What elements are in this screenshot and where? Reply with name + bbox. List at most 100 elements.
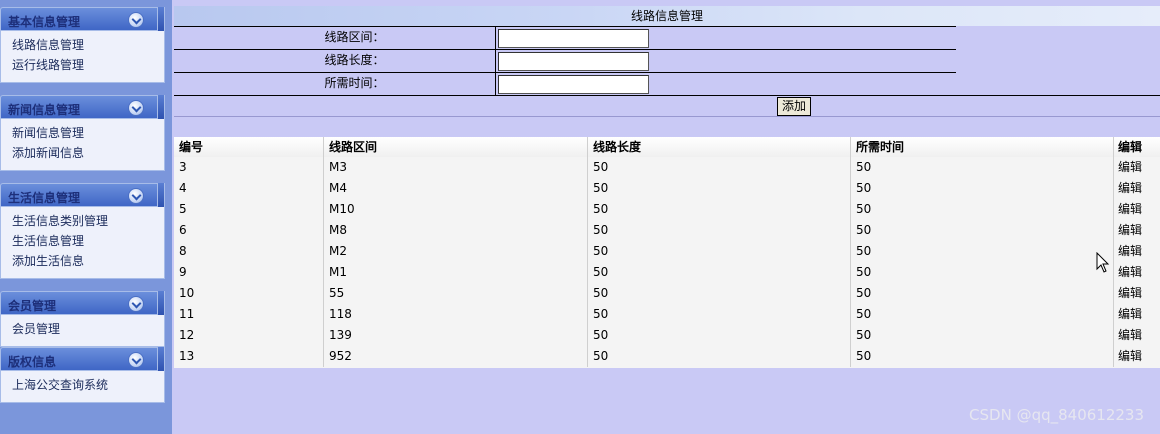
table-header-row: 编号 线路区间 线路长度 所需时间 编辑 <box>174 137 1160 158</box>
sidebar-item-news-info[interactable]: 新闻信息管理 <box>1 123 164 143</box>
table-row: 3 M3 50 50 编辑 <box>174 157 1160 178</box>
edit-link[interactable]: 编辑 <box>1114 346 1160 367</box>
form-row-route-length: 线路长度： <box>174 49 956 72</box>
chevron-down-icon[interactable] <box>128 296 144 312</box>
table-row: 10 55 50 50 编辑 <box>174 283 1160 304</box>
menu-body: 生活信息类别管理 生活信息管理 添加生活信息 <box>0 207 165 279</box>
cell-length: 50 <box>588 199 851 220</box>
cell-length: 50 <box>588 325 851 346</box>
table-row: 11 118 50 50 编辑 <box>174 304 1160 325</box>
edit-link[interactable]: 编辑 <box>1114 178 1160 199</box>
required-time-label: 所需时间： <box>174 73 496 95</box>
sidebar-item-add-news[interactable]: 添加新闻信息 <box>1 143 164 163</box>
cell-section: M10 <box>324 199 588 220</box>
edit-link[interactable]: 编辑 <box>1114 283 1160 304</box>
cell-id: 12 <box>174 325 324 346</box>
column-header-length: 线路长度 <box>588 137 851 158</box>
cell-time: 50 <box>851 325 1114 346</box>
cell-time: 50 <box>851 262 1114 283</box>
cell-time: 50 <box>851 178 1114 199</box>
cell-id: 10 <box>174 283 324 304</box>
cell-length: 50 <box>588 304 851 325</box>
cell-id: 6 <box>174 220 324 241</box>
menu-copyright: 版权信息 上海公交查询系统 <box>0 347 165 403</box>
edit-link[interactable]: 编辑 <box>1114 157 1160 178</box>
menu-news: 新闻信息管理 新闻信息管理 添加新闻信息 <box>0 95 165 171</box>
menu-header-basic-info[interactable]: 基本信息管理 <box>0 7 165 31</box>
menu-header-edge <box>157 291 164 315</box>
cell-time: 50 <box>851 304 1114 325</box>
form-title: 线路信息管理 <box>174 6 1160 26</box>
edit-link[interactable]: 编辑 <box>1114 304 1160 325</box>
cell-section: M1 <box>324 262 588 283</box>
cell-length: 50 <box>588 283 851 304</box>
route-table: 编号 线路区间 线路长度 所需时间 编辑 3 M3 50 50 编辑 4 M4 50 50 编辑 5… <box>174 137 1160 368</box>
menu-header-copyright[interactable]: 版权信息 <box>0 347 165 371</box>
required-time-input[interactable] <box>498 75 649 94</box>
cell-section: M2 <box>324 241 588 262</box>
chevron-down-icon[interactable] <box>128 12 144 28</box>
form-actions: 添加 <box>174 96 1160 117</box>
cell-id: 8 <box>174 241 324 262</box>
cell-section: 55 <box>324 283 588 304</box>
menu-title: 版权信息 <box>8 355 57 369</box>
chevron-down-icon[interactable] <box>128 188 144 204</box>
menu-members: 会员管理 会员管理 <box>0 291 165 347</box>
mouse-pointer-icon <box>1096 252 1110 273</box>
menu-body: 会员管理 <box>0 315 165 347</box>
menu-title: 新闻信息管理 <box>8 103 81 117</box>
edit-link[interactable]: 编辑 <box>1114 325 1160 346</box>
menu-body: 新闻信息管理 添加新闻信息 <box>0 119 165 171</box>
cell-section: M8 <box>324 220 588 241</box>
table-row: 12 139 50 50 编辑 <box>174 325 1160 346</box>
menu-body: 线路信息管理 运行线路管理 <box>0 31 165 83</box>
chevron-down-icon[interactable] <box>128 100 144 116</box>
cell-length: 50 <box>588 178 851 199</box>
cell-time: 50 <box>851 157 1114 178</box>
table-row: 13 952 50 50 编辑 <box>174 346 1160 367</box>
menu-life-info: 生活信息管理 生活信息类别管理 生活信息管理 添加生活信息 <box>0 183 165 279</box>
table-row: 9 M1 50 50 编辑 <box>174 262 1160 283</box>
sidebar-item-system-name: 上海公交查询系统 <box>12 378 109 392</box>
menu-header-edge <box>157 7 164 31</box>
cell-id: 11 <box>174 304 324 325</box>
form-row-required-time: 所需时间： <box>174 72 956 95</box>
table-row: 5 M10 50 50 编辑 <box>174 199 1160 220</box>
column-header-time: 所需时间 <box>851 137 1114 158</box>
menu-title: 会员管理 <box>8 299 57 313</box>
cell-id: 13 <box>174 346 324 367</box>
menu-title: 基本信息管理 <box>8 15 81 29</box>
edit-link[interactable]: 编辑 <box>1114 220 1160 241</box>
cell-length: 50 <box>588 220 851 241</box>
menu-header-members[interactable]: 会员管理 <box>0 291 165 315</box>
cell-section: 139 <box>324 325 588 346</box>
menu-header-edge <box>157 347 164 371</box>
route-section-input[interactable] <box>498 29 649 48</box>
menu-header-edge <box>157 183 164 207</box>
sidebar-item-add-life-info[interactable]: 添加生活信息 <box>1 251 164 271</box>
menu-header-edge <box>157 95 164 119</box>
chevron-down-icon[interactable] <box>128 352 144 368</box>
cell-time: 50 <box>851 220 1114 241</box>
route-length-input[interactable] <box>498 52 649 71</box>
cell-time: 50 <box>851 283 1114 304</box>
add-button[interactable]: 添加 <box>777 97 811 116</box>
edit-link[interactable]: 编辑 <box>1114 199 1160 220</box>
sidebar-item-route-info[interactable]: 线路信息管理 <box>1 35 164 55</box>
sidebar-item-members[interactable]: 会员管理 <box>1 319 164 339</box>
menu-title: 生活信息管理 <box>8 191 81 205</box>
watermark: CSDN @qq_840612233 <box>969 406 1144 424</box>
table-row: 6 M8 50 50 编辑 <box>174 220 1160 241</box>
edit-link[interactable]: 编辑 <box>1114 241 1160 262</box>
menu-header-life-info[interactable]: 生活信息管理 <box>0 183 165 207</box>
menu-header-news[interactable]: 新闻信息管理 <box>0 95 165 119</box>
cell-length: 50 <box>588 262 851 283</box>
route-section-label: 线路区间： <box>174 27 496 49</box>
edit-link[interactable]: 编辑 <box>1114 262 1160 283</box>
sidebar-item-running-routes[interactable]: 运行线路管理 <box>1 55 164 75</box>
form-row-route-section: 线路区间： <box>174 26 956 49</box>
sidebar-item-life-info[interactable]: 生活信息管理 <box>1 231 164 251</box>
column-header-edit: 编辑 <box>1118 140 1143 154</box>
sidebar-item-life-category[interactable]: 生活信息类别管理 <box>1 211 164 231</box>
cell-length: 50 <box>588 157 851 178</box>
